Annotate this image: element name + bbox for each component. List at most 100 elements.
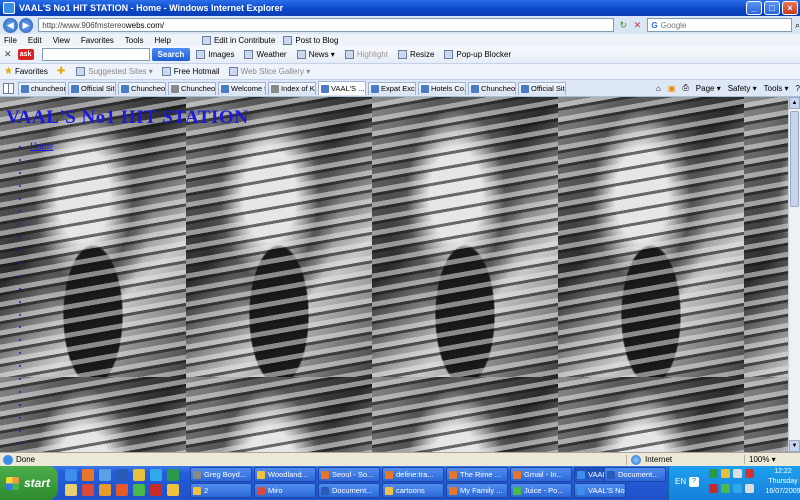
close-button[interactable]: × [782, 1, 798, 15]
nav-item[interactable] [30, 296, 53, 309]
popup-blocker-button[interactable]: Pop-up Blocker [444, 50, 511, 59]
nav-item[interactable] [30, 347, 53, 360]
nav-item[interactable] [30, 437, 53, 450]
nav-item[interactable] [30, 321, 53, 334]
weather-button[interactable]: Weather [244, 50, 287, 59]
edit-in-contribute-button[interactable]: Edit in Contribute [201, 35, 275, 45]
taskbar-button-document[interactable]: Document... [604, 467, 666, 482]
messenger-icon[interactable] [133, 484, 145, 496]
tab-official-site-2[interactable]: Official Sit... [518, 81, 566, 95]
tab-chuncheon-4[interactable]: Chuncheo... [468, 81, 516, 95]
feeds-icon[interactable]: ▣ [668, 84, 676, 93]
taskbar-button[interactable]: Document... [318, 483, 380, 498]
search-input[interactable]: G Google [647, 18, 792, 32]
help-menu[interactable]: ? [796, 84, 800, 93]
media-icon[interactable] [133, 469, 145, 481]
firefox-icon[interactable] [116, 484, 128, 496]
menu-view[interactable]: View [53, 36, 70, 45]
tab-official-site-1[interactable]: Official Sit... [68, 81, 116, 95]
skype-icon[interactable] [733, 484, 742, 493]
post-to-blog-button[interactable]: Post to Blog [283, 35, 338, 45]
menu-help[interactable]: Help [154, 36, 170, 45]
nav-item[interactable]: Home [30, 141, 53, 154]
taskbar-button[interactable]: 2 [190, 483, 252, 498]
tab-chuncheon-3[interactable]: Chuncheo... [168, 81, 216, 95]
nav-item[interactable] [30, 231, 53, 244]
battery-icon[interactable] [745, 484, 754, 493]
tab-vaals-active[interactable]: VAAL'S ...× [318, 81, 366, 95]
firefox-icon[interactable] [82, 469, 94, 481]
tab-index-of[interactable]: Index of K... [268, 81, 316, 95]
update-icon[interactable] [745, 469, 754, 478]
address-field[interactable]: http://www. 906fmstereo webs.com/ [38, 18, 615, 32]
resize-button[interactable]: Resize [397, 50, 434, 59]
home-icon[interactable]: ⌂ [656, 84, 661, 93]
taskbar-button[interactable]: Miro [254, 483, 316, 498]
taskbar-button[interactable]: Woodland... [254, 467, 316, 482]
toolbar-search-button[interactable]: Search [151, 48, 191, 61]
nav-item[interactable] [30, 244, 53, 257]
nav-item[interactable] [30, 154, 53, 167]
language-indicator[interactable]: EN [675, 477, 686, 486]
shield-icon[interactable] [709, 469, 718, 478]
help-icon[interactable]: ? [689, 477, 699, 487]
menu-tools[interactable]: Tools [125, 36, 144, 45]
nav-item[interactable] [30, 180, 53, 193]
highlight-button[interactable]: Highlight [344, 50, 388, 59]
toolbar-search-input[interactable] [41, 48, 150, 61]
menu-favorites[interactable]: Favorites [81, 36, 114, 45]
security-zone[interactable]: Internet [626, 454, 744, 465]
tab-hotels[interactable]: Hotels Co... [418, 81, 466, 95]
nav-item[interactable] [30, 425, 53, 438]
taskbar-button[interactable]: VAAL'S No... [574, 483, 626, 498]
nav-item[interactable] [30, 386, 53, 399]
tab-welcome[interactable]: Welcome t... [218, 81, 266, 95]
nav-item[interactable] [30, 360, 53, 373]
tab-chuncheon-1[interactable]: chuncheon... [18, 81, 66, 95]
page-menu[interactable]: Page ▾ [696, 84, 721, 93]
scroll-thumb[interactable] [790, 111, 799, 207]
close-toolbar-icon[interactable]: ✕ [4, 49, 12, 60]
taskbar-button[interactable]: Juice - Po... [510, 483, 572, 498]
nav-link-home[interactable]: Home [30, 142, 53, 152]
messenger-icon[interactable] [721, 484, 730, 493]
vertical-scrollbar[interactable]: ▲ ▼ [788, 97, 800, 452]
chrome-icon[interactable] [82, 484, 94, 496]
nav-item[interactable] [30, 193, 53, 206]
word-icon[interactable] [116, 469, 128, 481]
taskbar-button[interactable]: cartoons [382, 483, 444, 498]
news-button[interactable]: News ▾ [296, 50, 335, 59]
nav-item[interactable] [30, 270, 53, 283]
taskbar-button[interactable]: My Family ... [446, 483, 508, 498]
clock[interactable]: 12:22 Thursday 16/07/2009 [765, 467, 800, 497]
nav-item[interactable] [30, 167, 53, 180]
nav-item[interactable] [30, 218, 53, 231]
free-hotmail-link[interactable]: Free Hotmail [161, 67, 220, 76]
excel-icon[interactable] [167, 469, 179, 481]
maximize-button[interactable]: □ [764, 1, 780, 15]
search-go-icon[interactable]: ⌕ [795, 20, 800, 31]
nav-item[interactable] [30, 257, 53, 270]
taskbar-button[interactable]: define:tra... [382, 467, 444, 482]
nav-item[interactable] [30, 283, 53, 296]
volume-icon[interactable] [733, 469, 742, 478]
forward-button[interactable]: ▶ [18, 17, 34, 33]
tab-close-icon[interactable]: × [364, 83, 365, 95]
menu-edit[interactable]: Edit [28, 36, 42, 45]
tab-chuncheon-2[interactable]: Chuncheo... [118, 81, 166, 95]
web-slice-gallery-link[interactable]: Web Slice Gallery ▾ [228, 67, 310, 76]
taskbar-button[interactable]: Gmail - In... [510, 467, 572, 482]
back-button[interactable]: ◀ [3, 17, 18, 33]
minimize-button[interactable]: _ [746, 1, 762, 15]
network-icon[interactable] [721, 469, 730, 478]
antivirus-icon[interactable] [709, 484, 718, 493]
record-icon[interactable] [150, 484, 162, 496]
toolbar-logo-icon[interactable]: ask [17, 49, 34, 60]
ie-icon[interactable] [65, 469, 77, 481]
refresh-icon[interactable]: ↻ [617, 19, 629, 31]
taskbar-button[interactable]: Greg Boyd... [190, 467, 252, 482]
taskbar-button[interactable]: Seoul - So... [318, 467, 380, 482]
taskbar-button[interactable]: The Rime ... [446, 467, 508, 482]
scroll-up-arrow[interactable]: ▲ [789, 97, 800, 109]
nav-item[interactable] [30, 399, 53, 412]
